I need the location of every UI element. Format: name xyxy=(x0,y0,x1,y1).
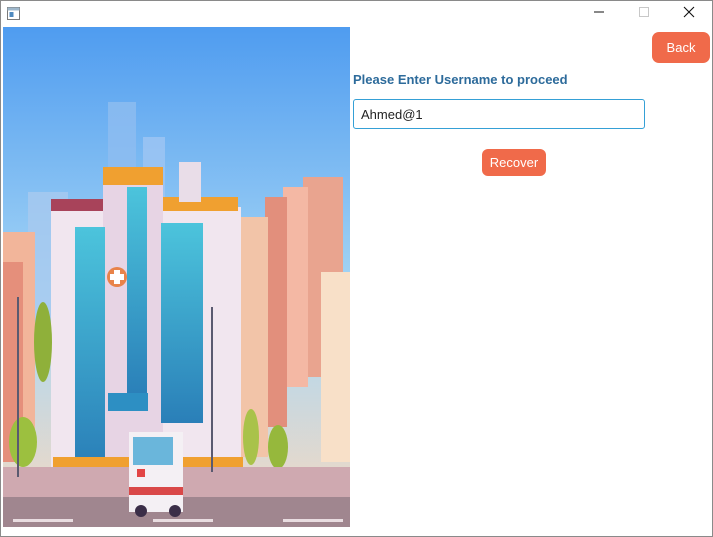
app-window: Back Please Enter Username to proceed Re… xyxy=(0,0,713,537)
minimize-icon xyxy=(593,5,605,23)
close-button[interactable] xyxy=(666,1,712,27)
app-window-icon xyxy=(7,7,20,20)
minimize-button[interactable] xyxy=(576,1,622,27)
username-prompt: Please Enter Username to proceed xyxy=(353,72,568,87)
maximize-button[interactable] xyxy=(621,1,667,27)
hospital-illustration xyxy=(3,27,350,527)
recover-button[interactable]: Recover xyxy=(482,149,546,176)
back-button[interactable]: Back xyxy=(652,32,710,63)
close-icon xyxy=(683,5,695,23)
maximize-icon xyxy=(638,5,650,23)
title-bar xyxy=(1,1,712,27)
username-input[interactable] xyxy=(353,99,645,129)
